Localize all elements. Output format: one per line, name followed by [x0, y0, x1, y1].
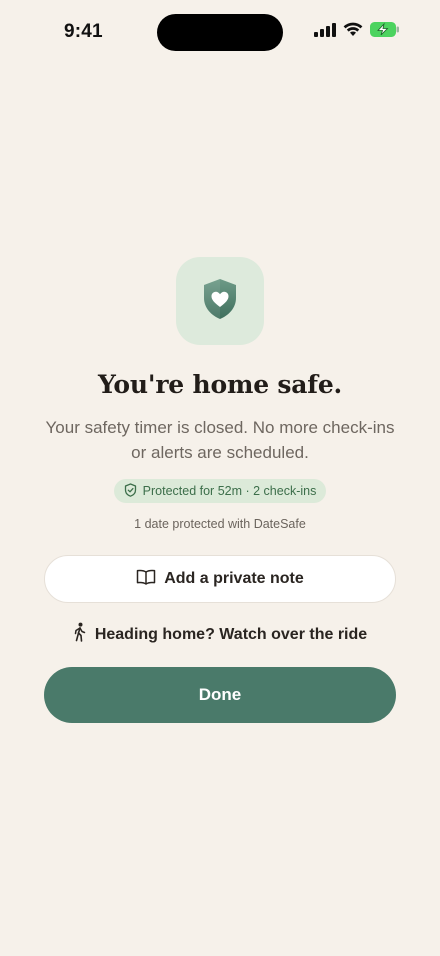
watch-over-ride-link[interactable]: Heading home? Watch over the ride — [0, 622, 440, 647]
book-icon — [136, 569, 156, 590]
protection-summary-badge: Protected for 52m · 2 check-ins — [113, 479, 327, 503]
completion-panel: You're home safe. Your safety timer is c… — [0, 257, 440, 531]
shield-heart-icon — [200, 277, 240, 326]
status-time: 9:41 — [64, 21, 103, 42]
dynamic-island — [157, 14, 283, 51]
add-private-note-label: Add a private note — [164, 570, 304, 587]
add-private-note-button[interactable]: Add a private note — [44, 555, 396, 603]
status-bar: 9:41 — [0, 0, 440, 64]
walking-person-icon — [73, 622, 87, 647]
watch-over-ride-label: Heading home? Watch over the ride — [94, 625, 368, 643]
shield-check-icon — [124, 482, 137, 500]
battery-charging-icon — [370, 22, 400, 37]
page-title: You're home safe. — [97, 370, 343, 399]
done-button[interactable]: Done — [44, 667, 396, 723]
page-subtitle: Your safety timer is closed. No more che… — [45, 418, 395, 462]
dates-protected-count: 1 date protected with DateSafe — [134, 517, 306, 531]
status-icons — [314, 22, 400, 37]
cellular-signal-icon — [314, 22, 336, 37]
protection-summary-text: Protected for 52m · 2 check-ins — [142, 484, 317, 498]
shield-badge — [176, 257, 264, 345]
wifi-icon — [343, 22, 363, 37]
done-label: Done — [198, 685, 242, 704]
